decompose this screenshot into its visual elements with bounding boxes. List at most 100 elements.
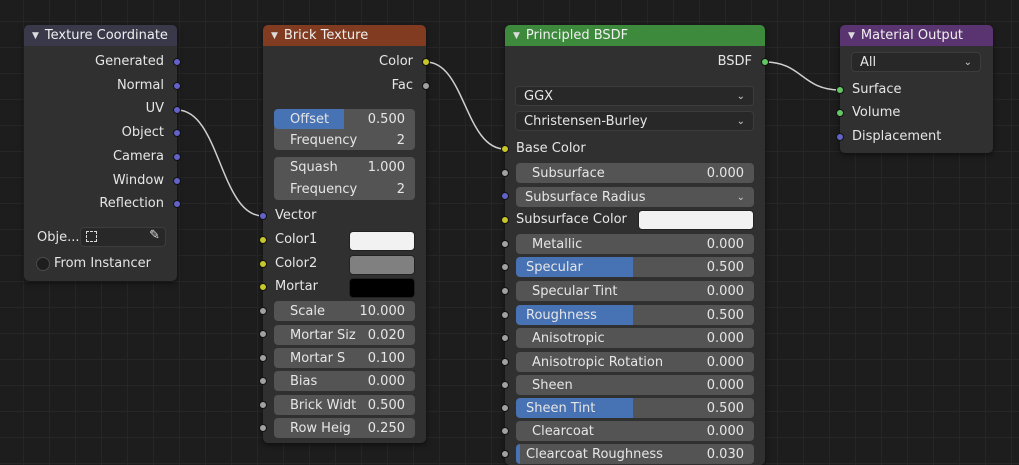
bias-field[interactable]: Bias 0.000 (274, 371, 415, 391)
color2-swatch[interactable] (349, 255, 415, 275)
mortar-smooth-field[interactable]: Mortar S 0.100 (274, 348, 415, 368)
socket-generated[interactable] (173, 58, 181, 66)
principled-bsdf-node[interactable]: ▼ Principled BSDF BSDF GGX ⌄ Christensen… (501, 25, 769, 465)
offset-slider[interactable]: Offset 0.500 (274, 109, 415, 129)
brick-width-field[interactable]: Brick Widt 0.500 (274, 395, 415, 415)
anisotropic-slider[interactable]: Anisotropic 0.000 (516, 328, 754, 348)
target-dropdown[interactable]: All ⌄ (851, 52, 981, 72)
socket-row-height-in[interactable] (259, 424, 267, 432)
roughness-slider[interactable]: Roughness 0.500 (516, 305, 754, 325)
anisotropic-rotation-slider[interactable]: Anisotropic Rotation 0.000 (516, 352, 754, 372)
param-value: 0.100 (367, 350, 405, 366)
socket-window[interactable] (173, 177, 181, 185)
param-value: 0.500 (706, 259, 744, 275)
socket-color1-in[interactable] (259, 236, 267, 244)
brick-texture-header[interactable]: ▼ Brick Texture (263, 25, 426, 46)
output-label-uv: UV (145, 101, 164, 116)
scale-field[interactable]: Scale 10.000 (274, 301, 415, 321)
socket-roughness-in[interactable] (501, 311, 509, 319)
specular-slider[interactable]: Specular 0.500 (516, 257, 754, 277)
squash-frequency-field[interactable]: Frequency 2 (274, 179, 415, 200)
socket-specular-in[interactable] (501, 263, 509, 271)
output-label-fac: Fac (391, 78, 413, 93)
squash-field[interactable]: Squash 1.000 (274, 157, 415, 178)
socket-object[interactable] (173, 129, 181, 137)
param-label: Bias (290, 373, 318, 389)
socket-vector-in[interactable] (259, 212, 267, 220)
from-instancer-checkbox[interactable] (36, 257, 50, 271)
socket-brick-width-in[interactable] (259, 401, 267, 409)
socket-anisotropic-rotation-in[interactable] (501, 358, 509, 366)
socket-mortar-size-in[interactable] (259, 330, 267, 338)
specular-tint-slider[interactable]: Specular Tint 0.000 (516, 281, 754, 301)
sheen-slider[interactable]: Sheen 0.000 (516, 375, 754, 395)
clearcoat-slider[interactable]: Clearcoat 0.000 (516, 421, 754, 441)
subsurface-method-value: Christensen-Burley (524, 113, 648, 129)
param-value: 0.030 (706, 446, 744, 462)
collapse-arrow-icon[interactable]: ▼ (848, 31, 855, 41)
socket-subsurface-color-in[interactable] (501, 216, 509, 224)
principled-bsdf-header[interactable]: ▼ Principled BSDF (505, 25, 765, 46)
socket-color2-in[interactable] (259, 260, 267, 268)
socket-anisotropic-in[interactable] (501, 334, 509, 342)
socket-mortar-in[interactable] (259, 283, 267, 291)
socket-subsurface-in[interactable] (501, 169, 509, 177)
texture-coordinate-header[interactable]: ▼ Texture Coordinate (24, 25, 177, 46)
eyedropper-icon[interactable]: ✎ (149, 228, 160, 243)
param-value: 0.000 (367, 373, 405, 389)
chevron-down-icon: ⌄ (736, 191, 745, 203)
output-label-normal: Normal (116, 78, 164, 93)
param-value: 0.020 (367, 327, 405, 343)
subsurface-radius-dropdown[interactable]: Subsurface Radius ⌄ (516, 187, 754, 207)
sheen-tint-slider[interactable]: Sheen Tint 0.500 (516, 398, 754, 418)
socket-volume-in[interactable] (836, 109, 844, 117)
socket-specular-tint-in[interactable] (501, 287, 509, 295)
socket-bsdf-out[interactable] (761, 58, 769, 66)
param-label: Scale (290, 303, 325, 319)
socket-scale-in[interactable] (259, 307, 267, 315)
material-output-header[interactable]: ▼ Material Output (840, 25, 993, 46)
metallic-slider[interactable]: Metallic 0.000 (516, 234, 754, 254)
socket-camera[interactable] (173, 153, 181, 161)
mortar-size-field[interactable]: Mortar Siz 0.020 (274, 325, 415, 345)
socket-clearcoat-roughness-in[interactable] (501, 450, 509, 458)
socket-displacement-in[interactable] (836, 133, 844, 141)
subsurface-radius-label: Subsurface Radius (525, 189, 646, 205)
socket-surface-in[interactable] (836, 86, 844, 94)
socket-color-out[interactable] (422, 58, 430, 66)
brick-texture-node[interactable]: ▼ Brick Texture Color Fac Offset 0.500 F… (259, 25, 430, 443)
collapse-arrow-icon[interactable]: ▼ (513, 31, 520, 41)
socket-mortar-smooth-in[interactable] (259, 354, 267, 362)
param-value: 0.500 (706, 307, 744, 323)
material-output-node[interactable]: ▼ Material Output All ⌄ Surface Volume D… (836, 25, 993, 153)
clearcoat-roughness-slider[interactable]: Clearcoat Roughness 0.030 (516, 444, 754, 464)
socket-sheen-tint-in[interactable] (501, 404, 509, 412)
socket-metallic-in[interactable] (501, 240, 509, 248)
subsurface-value: 0.000 (706, 165, 744, 181)
socket-fac-out[interactable] (422, 82, 430, 90)
node-title: Principled BSDF (525, 28, 629, 43)
mortar-swatch[interactable] (349, 278, 415, 298)
distribution-dropdown[interactable]: GGX ⌄ (515, 86, 754, 106)
offset-frequency-field[interactable]: Frequency 2 (274, 130, 415, 150)
socket-sheen-in[interactable] (501, 381, 509, 389)
object-selector[interactable]: ✎ (80, 227, 166, 247)
distribution-value: GGX (524, 88, 554, 104)
collapse-arrow-icon[interactable]: ▼ (271, 31, 278, 41)
socket-base-color-in[interactable] (501, 145, 509, 153)
socket-clearcoat-in[interactable] (501, 427, 509, 435)
subsurface-color-swatch[interactable] (638, 210, 754, 230)
param-value: 0.250 (367, 420, 405, 436)
socket-bias-in[interactable] (259, 377, 267, 385)
socket-reflection[interactable] (173, 200, 181, 208)
collapse-arrow-icon[interactable]: ▼ (32, 31, 39, 41)
color1-swatch[interactable] (349, 231, 415, 251)
socket-normal[interactable] (173, 82, 181, 90)
subsurface-field[interactable]: Subsurface 0.000 (516, 163, 754, 183)
texture-coordinate-node[interactable]: ▼ Texture Coordinate Generated Normal UV… (24, 25, 181, 281)
row-height-field[interactable]: Row Heig 0.250 (274, 418, 415, 438)
subsurface-label: Subsurface (532, 165, 605, 181)
subsurface-method-dropdown[interactable]: Christensen-Burley ⌄ (515, 111, 754, 131)
socket-uv[interactable] (173, 106, 181, 114)
socket-subsurface-radius-in[interactable] (501, 192, 509, 200)
